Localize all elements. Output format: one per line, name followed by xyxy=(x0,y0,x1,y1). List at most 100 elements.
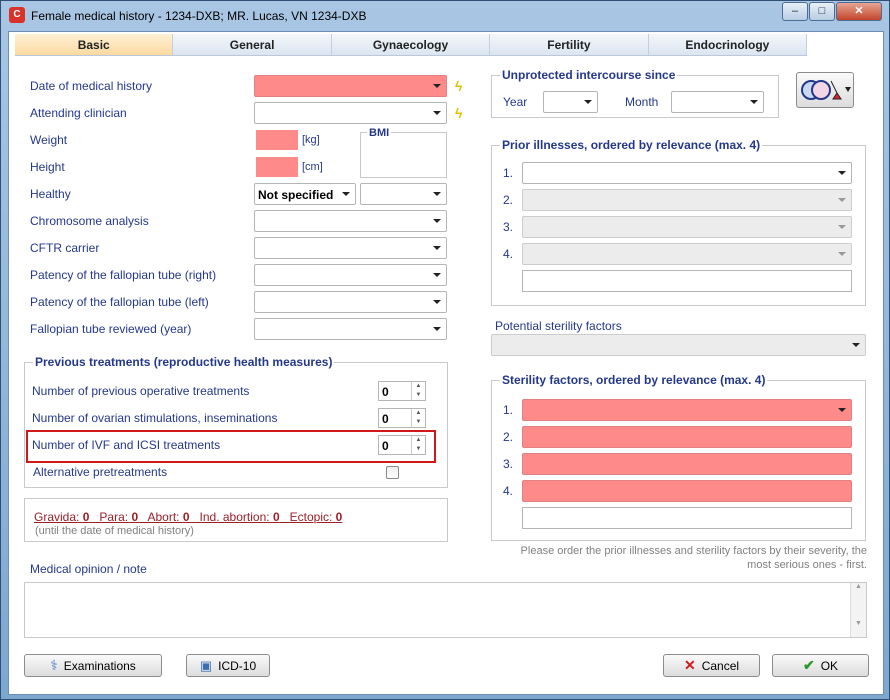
chevron-down-icon xyxy=(433,219,441,223)
chevron-down-icon xyxy=(838,225,846,229)
chevron-down-icon xyxy=(342,192,350,196)
sterility-factor-field-3[interactable] xyxy=(522,453,852,475)
abort-label: Abort: xyxy=(147,510,180,524)
prior-illness-dropdown-4[interactable] xyxy=(522,243,852,265)
patency-right-label: Patency of the fallopian tube (right) xyxy=(30,268,217,282)
sterility-factor-dropdown-1[interactable] xyxy=(522,399,852,421)
prior-number: 3. xyxy=(503,220,514,234)
spinner-arrows[interactable]: ▲ ▼ xyxy=(411,409,425,427)
ok-button[interactable]: ✔ OK xyxy=(772,654,869,677)
medical-note-textarea[interactable]: ▲ ▼ xyxy=(24,582,867,638)
dialog-body: Basic General Gynaecology Fertility Endo… xyxy=(8,31,884,695)
healthy-dropdown[interactable]: Not specified xyxy=(254,183,356,205)
icd10-label: ICD-10 xyxy=(218,658,257,673)
tab-general[interactable]: General xyxy=(173,34,332,55)
cancel-button[interactable]: ✕ Cancel xyxy=(663,654,760,677)
date-label: Date of medical history xyxy=(30,79,153,93)
operative-stepper[interactable]: 0 ▲ ▼ xyxy=(378,381,426,401)
chevron-down-icon xyxy=(852,343,860,347)
gravida-value: 0 xyxy=(82,510,90,524)
date-dropdown[interactable] xyxy=(254,75,447,97)
height-unit: [cm] xyxy=(302,161,323,173)
title-bar[interactable]: C Female medical history - 1234-DXB; MR.… xyxy=(1,1,889,31)
stethoscope-icon: ⚕ xyxy=(50,657,58,673)
alternative-checkbox[interactable] xyxy=(386,466,399,479)
prior-number: 4. xyxy=(503,247,514,261)
prior-illness-dropdown-2[interactable] xyxy=(522,189,852,211)
spinner-arrows[interactable]: ▲ ▼ xyxy=(411,382,425,400)
sterility-number: 2. xyxy=(503,430,514,444)
ind-abortion-value: 0 xyxy=(272,510,280,524)
healthy-detail-dropdown[interactable] xyxy=(360,183,447,205)
tab-gynaecology[interactable]: Gynaecology xyxy=(332,34,491,55)
tab-basic[interactable]: Basic xyxy=(15,34,174,55)
intercourse-group: Unprotected intercourse since Year Month xyxy=(491,68,779,118)
chromosome-dropdown[interactable] xyxy=(254,210,447,232)
obstetric-subtitle: (until the date of medical history) xyxy=(35,525,194,537)
potential-sterility-dropdown[interactable] xyxy=(491,334,866,356)
chevron-down-icon xyxy=(838,171,846,175)
prior-illness-text[interactable] xyxy=(522,270,852,292)
examinations-label: Examinations xyxy=(63,658,136,673)
tab-bar: Basic General Gynaecology Fertility Endo… xyxy=(15,34,808,56)
sterility-factor-text[interactable] xyxy=(522,507,852,529)
prior-illness-dropdown-1[interactable] xyxy=(522,162,852,184)
ovarian-stepper[interactable]: 0 ▲ ▼ xyxy=(378,408,426,428)
healthy-value: Not specified xyxy=(258,188,334,202)
operative-value: 0 xyxy=(382,385,389,399)
maximize-button[interactable]: □ xyxy=(809,2,835,21)
clinician-dropdown[interactable] xyxy=(254,102,447,124)
window-title: Female medical history - 1234-DXB; MR. L… xyxy=(31,9,367,23)
cftr-dropdown[interactable] xyxy=(254,237,447,259)
minimize-button[interactable]: – xyxy=(782,2,808,21)
para-label: Para: xyxy=(99,510,129,524)
year-dropdown[interactable] xyxy=(543,91,598,113)
obstetric-summary-link[interactable]: Gravida: 0 Para: 0 Abort: 0 Ind. abortio… xyxy=(34,510,342,524)
previous-treatments-group: Previous treatments (reproductive health… xyxy=(24,355,448,488)
patency-right-dropdown[interactable] xyxy=(254,264,447,286)
chevron-down-icon xyxy=(433,246,441,250)
chevron-down-icon xyxy=(433,192,441,196)
weight-label: Weight xyxy=(30,133,68,147)
prior-number: 1. xyxy=(503,166,514,180)
height-input[interactable] xyxy=(256,157,298,177)
year-label: Year xyxy=(503,95,528,109)
app-icon: C xyxy=(9,7,25,23)
ovarian-value: 0 xyxy=(382,412,389,426)
weight-input[interactable] xyxy=(256,130,298,150)
icd10-button[interactable]: ▣ ICD-10 xyxy=(186,654,270,677)
tab-fertility[interactable]: Fertility xyxy=(490,34,649,55)
chevron-down-icon xyxy=(433,273,441,277)
highlight-box xyxy=(26,430,436,463)
close-button[interactable]: ✕ xyxy=(836,2,882,21)
month-dropdown[interactable] xyxy=(671,91,764,113)
lightning-icon[interactable]: ϟ xyxy=(455,105,469,121)
chromosome-label: Chromosome analysis xyxy=(30,214,149,228)
prior-illnesses-group: Prior illnesses, ordered by relevance (m… xyxy=(491,138,866,306)
height-label: Height xyxy=(30,160,65,174)
tab-endocrinology[interactable]: Endocrinology xyxy=(649,34,808,55)
checkmark-icon: ✔ xyxy=(802,657,815,673)
abort-value: 0 xyxy=(182,510,190,524)
chevron-down-icon xyxy=(838,198,846,202)
cftr-label: CFTR carrier xyxy=(30,241,100,255)
patient-profile-button[interactable] xyxy=(796,72,854,108)
prior-illness-dropdown-3[interactable] xyxy=(522,216,852,238)
potential-sterility-label: Potential sterility factors xyxy=(495,319,622,333)
patency-left-dropdown[interactable] xyxy=(254,291,447,313)
cross-icon: ✕ xyxy=(683,657,696,673)
sterility-number: 1. xyxy=(503,403,514,417)
previous-treatments-legend: Previous treatments (reproductive health… xyxy=(33,355,335,369)
ectopic-value: 0 xyxy=(335,510,343,524)
sterility-factor-field-4[interactable] xyxy=(522,480,852,502)
book-icon: ▣ xyxy=(199,657,213,673)
sterility-factor-field-2[interactable] xyxy=(522,426,852,448)
bmi-box: BMI xyxy=(360,127,447,178)
para-value: 0 xyxy=(131,510,139,524)
alternative-label: Alternative pretreatments xyxy=(33,465,168,479)
chevron-down-icon xyxy=(433,111,441,115)
note-scrollbar[interactable]: ▲ ▼ xyxy=(850,583,866,637)
lightning-icon[interactable]: ϟ xyxy=(455,78,469,94)
examinations-button[interactable]: ⚕ Examinations xyxy=(24,654,162,677)
tube-reviewed-dropdown[interactable] xyxy=(254,318,447,340)
